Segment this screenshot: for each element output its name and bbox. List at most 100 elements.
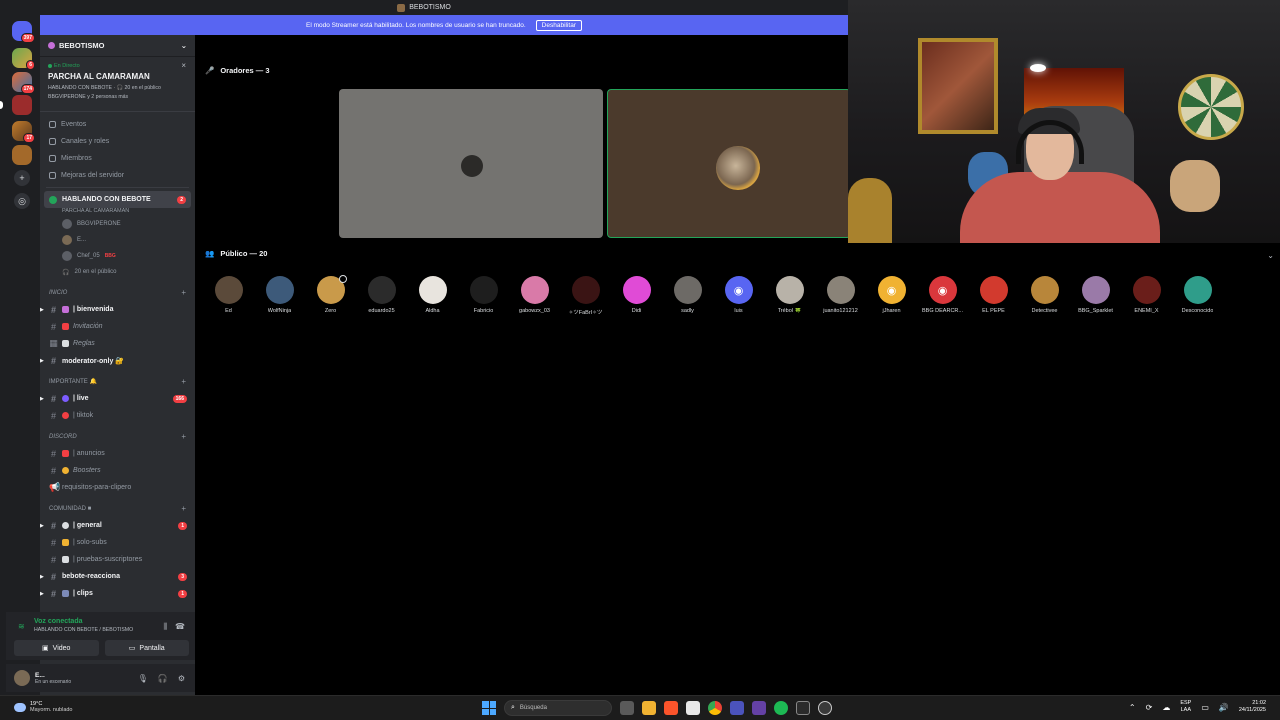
- audience-member[interactable]: Ed: [203, 276, 254, 316]
- category-comunidad[interactable]: COMUNIDAD ■ +: [40, 500, 195, 517]
- spotify-icon[interactable]: [774, 701, 788, 715]
- audience-member[interactable]: ✧ツFaBrI✧ツ: [560, 276, 611, 316]
- headphones-icon[interactable]: 🎧: [158, 674, 168, 683]
- chrome-icon[interactable]: [708, 701, 722, 715]
- noise-suppression-icon[interactable]: ⫼: [163, 622, 167, 632]
- channel-item[interactable]: # Invitación: [40, 318, 195, 335]
- obs-icon[interactable]: [818, 701, 832, 715]
- windows-start-icon[interactable]: [482, 701, 496, 715]
- channel-item[interactable]: ▦ Reglas: [40, 335, 195, 352]
- channel-item[interactable]: ▶ # moderator-only 🔐: [40, 352, 195, 369]
- user-info[interactable]: E... En un escenario: [35, 672, 71, 685]
- audience-count-row[interactable]: 🎧 20 en el público: [40, 264, 195, 280]
- add-channel-icon[interactable]: +: [181, 504, 186, 513]
- chevron-down-icon[interactable]: ⌄: [181, 41, 187, 50]
- channel-item[interactable]: ▶ # | bienvenida: [40, 301, 195, 318]
- screen-share-button[interactable]: ▭ Pantalla: [104, 640, 189, 656]
- app-icon[interactable]: [796, 701, 810, 715]
- audience-member[interactable]: Desconocido: [1172, 276, 1223, 316]
- audience-member[interactable]: Zero: [305, 275, 356, 316]
- speaker-tile[interactable]: [339, 89, 603, 238]
- audience-member[interactable]: Trébol 🍀: [764, 276, 815, 316]
- avatar[interactable]: [14, 670, 30, 686]
- task-view-icon[interactable]: [620, 701, 634, 715]
- add-channel-icon[interactable]: +: [181, 288, 186, 297]
- audience-member[interactable]: ENEMI_X: [1121, 276, 1172, 316]
- channel-item[interactable]: # | solo-subs: [40, 534, 195, 551]
- audience-member[interactable]: EL PEPE: [968, 276, 1019, 316]
- audience-member[interactable]: gabowzx_03: [509, 276, 560, 316]
- add-server-icon[interactable]: +: [14, 170, 30, 186]
- network-icon[interactable]: ▭: [1201, 703, 1209, 712]
- channel-item[interactable]: # | pruebas-suscriptores: [40, 551, 195, 568]
- channel-item[interactable]: # | tiktok: [40, 407, 195, 424]
- audience-member[interactable]: Fabricio: [458, 276, 509, 316]
- avatar: [1183, 276, 1212, 304]
- audience-member[interactable]: ◉ luis: [713, 276, 764, 316]
- disable-streamer-mode-button[interactable]: Deshabilitar: [535, 19, 582, 31]
- direct-messages-icon[interactable]: 397: [12, 21, 35, 43]
- speaker-tile-speaking[interactable]: [607, 89, 851, 238]
- disconnect-icon[interactable]: ☎: [175, 622, 185, 632]
- app-icon[interactable]: [752, 701, 766, 715]
- channel-item[interactable]: ▶ # | general 1: [40, 517, 195, 534]
- audience-member[interactable]: Didi: [611, 276, 662, 316]
- audience-member[interactable]: Aldha: [407, 276, 458, 316]
- server-header[interactable]: BEBOTISMO ⌄: [40, 35, 195, 57]
- taskbar-search[interactable]: ⌕ Búsqueda: [504, 700, 612, 716]
- menu-item-events[interactable]: Eventos: [40, 116, 195, 133]
- language-indicator[interactable]: ESP LAA: [1180, 700, 1191, 714]
- stage-channel[interactable]: HABLANDO CON BEBOTE 2: [44, 191, 191, 208]
- channel-item[interactable]: ▶ # | live 166: [40, 390, 195, 407]
- server-icon-1[interactable]: 6: [12, 48, 35, 70]
- audience-member[interactable]: Detectivee: [1019, 276, 1070, 316]
- voice-user[interactable]: E...: [40, 232, 195, 248]
- add-channel-icon[interactable]: +: [181, 432, 186, 441]
- channel-item[interactable]: ▶ # | clips 1: [40, 585, 195, 602]
- file-explorer-icon[interactable]: [642, 701, 656, 715]
- voice-user[interactable]: Chef_05 BBG: [40, 248, 195, 264]
- server-icon-2[interactable]: 174: [12, 72, 35, 94]
- category-inicio[interactable]: INICIO +: [40, 284, 195, 301]
- server-icon-4[interactable]: [12, 145, 32, 165]
- audience-member[interactable]: ◉ jJharen: [866, 276, 917, 316]
- weather-widget[interactable]: 19°C Mayorm. nublado: [14, 701, 73, 713]
- status-dot: [338, 275, 347, 283]
- menu-item-members[interactable]: Miembros: [40, 150, 195, 167]
- add-channel-icon[interactable]: +: [181, 377, 186, 386]
- gear-icon[interactable]: ⚙: [178, 674, 185, 683]
- audience-member[interactable]: sadly: [662, 276, 713, 316]
- server-icon-bebotismo[interactable]: [12, 95, 32, 115]
- microphone-icon[interactable]: 🎙: [138, 674, 148, 683]
- teams-icon[interactable]: [730, 701, 744, 715]
- lock-icon: [62, 539, 69, 546]
- plush-toy: [1170, 160, 1220, 212]
- menu-item-boosts[interactable]: Mejoras del servidor: [40, 167, 195, 184]
- video-button[interactable]: ▣ Video: [14, 640, 99, 656]
- calendar-app-icon[interactable]: [686, 701, 700, 715]
- category-discord[interactable]: DISCORD +: [40, 428, 195, 445]
- explore-servers-icon[interactable]: ◎: [14, 193, 30, 209]
- channel-item[interactable]: ▶ # bebote-reacciona 3: [40, 568, 195, 585]
- channel-item[interactable]: 📢 requisitos-para-clipero: [40, 479, 195, 496]
- volume-icon[interactable]: 🔊: [1219, 703, 1229, 712]
- brave-browser-icon[interactable]: [664, 701, 678, 715]
- clock[interactable]: 21:02 24/11/2025: [1239, 700, 1266, 714]
- sync-icon[interactable]: ⟳: [1146, 703, 1153, 712]
- audience-member[interactable]: WolfNinja: [254, 276, 305, 316]
- server-icon-3[interactable]: 17: [12, 121, 35, 143]
- menu-item-channels-roles[interactable]: Canales y roles: [40, 133, 195, 150]
- live-event-card[interactable]: En Directo PARCHA AL CAMARAMAN HABLANDO …: [40, 57, 195, 112]
- category-importante[interactable]: IMPORTANTE 🔔 +: [40, 373, 195, 390]
- audience-member[interactable]: juanito121212: [815, 276, 866, 316]
- audience-member[interactable]: BBG_Sparklet: [1070, 276, 1121, 316]
- voice-user[interactable]: BBGVIPERONE: [40, 216, 195, 232]
- close-icon[interactable]: ×: [181, 61, 186, 70]
- onedrive-icon[interactable]: ☁: [1162, 703, 1170, 712]
- channel-item[interactable]: # Boosters: [40, 462, 195, 479]
- audience-member[interactable]: eduardo25: [356, 276, 407, 316]
- channel-item[interactable]: # | anuncios: [40, 445, 195, 462]
- chevron-up-icon[interactable]: ⌃: [1129, 703, 1136, 712]
- chevron-down-icon[interactable]: ⌄: [1267, 251, 1274, 260]
- audience-member[interactable]: ◉ BBG DEARCR...: [917, 276, 968, 316]
